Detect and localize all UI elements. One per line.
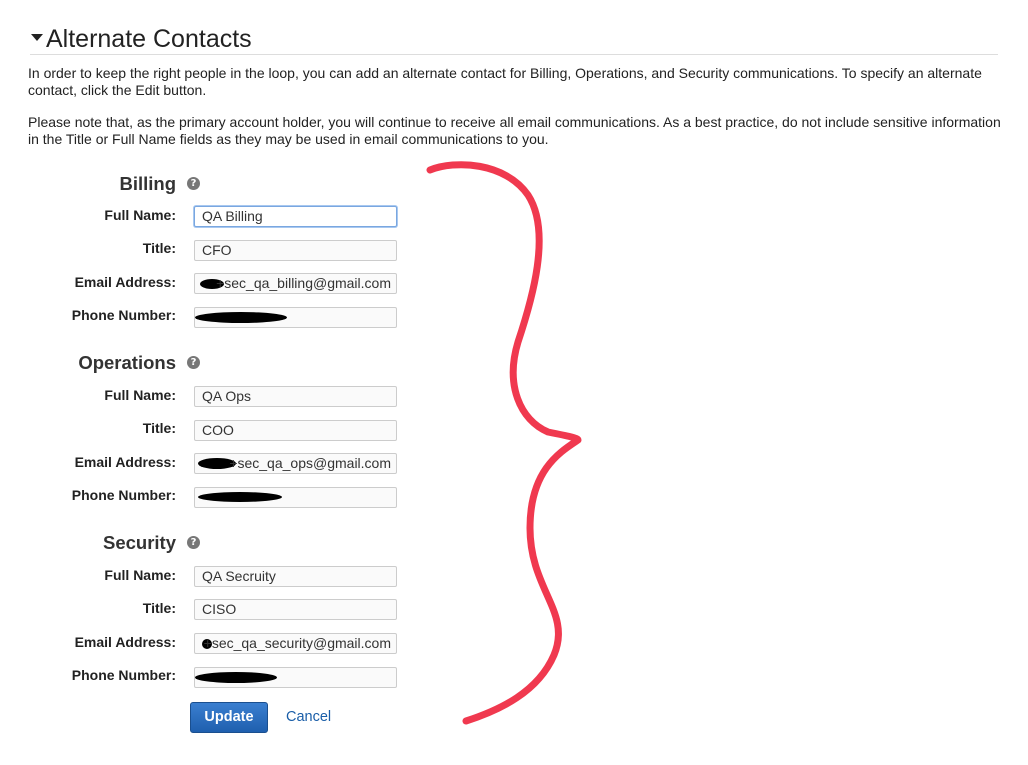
- security-email-value: +sec_qa_security@gmail.com: [203, 635, 391, 651]
- help-icon[interactable]: ?: [187, 177, 200, 190]
- help-icon[interactable]: ?: [187, 356, 200, 369]
- security-email-input[interactable]: +sec_qa_security@gmail.com: [194, 633, 397, 654]
- security-phone-input[interactable]: [194, 667, 397, 688]
- billing-phone-input[interactable]: [194, 307, 397, 328]
- section-title[interactable]: Alternate Contacts: [46, 24, 252, 54]
- security-heading: Security: [102, 532, 176, 553]
- curly-brace-stroke: [426, 161, 582, 725]
- billing-full-name-input[interactable]: QA Billing: [194, 206, 397, 227]
- operations-title-value: COO: [202, 422, 234, 438]
- phone-label: Phone Number:: [71, 307, 176, 323]
- section-header: Alternate Contacts: [30, 24, 998, 55]
- note-paragraph: Please note that, as the primary account…: [28, 114, 1001, 147]
- billing-title-value: CFO: [202, 242, 232, 258]
- title-label: Title:: [142, 600, 176, 616]
- caret-down-icon[interactable]: [31, 34, 43, 41]
- billing-title-input[interactable]: CFO: [194, 240, 397, 261]
- redaction-mark: [198, 492, 282, 502]
- cancel-link[interactable]: Cancel: [286, 709, 331, 725]
- operations-phone-input[interactable]: [194, 487, 397, 508]
- operations-title-input[interactable]: COO: [194, 420, 397, 441]
- operations-full-name-value: QA Ops: [202, 388, 252, 404]
- security-full-name-input[interactable]: QA Secruity: [194, 566, 397, 587]
- full-name-label: Full Name:: [104, 387, 176, 403]
- phone-label: Phone Number:: [71, 667, 176, 683]
- billing-email-input[interactable]: +sec_qa_billing@gmail.com: [194, 273, 397, 294]
- update-button[interactable]: Update: [190, 702, 268, 733]
- full-name-label: Full Name:: [104, 207, 176, 223]
- title-label: Title:: [142, 240, 176, 256]
- billing-email-value: +sec_qa_billing@gmail.com: [216, 275, 391, 291]
- title-label: Title:: [142, 420, 176, 436]
- security-title-input[interactable]: CISO: [194, 599, 397, 620]
- security-full-name-value: QA Secruity: [202, 568, 276, 584]
- redaction-mark: [195, 312, 287, 323]
- phone-label: Phone Number:: [71, 487, 176, 503]
- intro-paragraph: In order to keep the right people in the…: [28, 65, 982, 98]
- billing-heading: Billing: [119, 173, 176, 194]
- operations-email-value: +sec_qa_ops@gmail.com: [229, 455, 391, 471]
- email-label: Email Address:: [74, 454, 176, 470]
- operations-full-name-input[interactable]: QA Ops: [194, 386, 397, 407]
- billing-full-name-value: QA Billing: [202, 208, 263, 224]
- redaction-mark: [195, 672, 277, 683]
- full-name-label: Full Name:: [104, 567, 176, 583]
- security-title-value: CISO: [202, 601, 237, 617]
- operations-heading: Operations: [78, 352, 176, 373]
- email-label: Email Address:: [74, 274, 176, 290]
- operations-email-input[interactable]: +sec_qa_ops@gmail.com: [194, 453, 397, 474]
- help-icon[interactable]: ?: [187, 536, 200, 549]
- email-label: Email Address:: [74, 634, 176, 650]
